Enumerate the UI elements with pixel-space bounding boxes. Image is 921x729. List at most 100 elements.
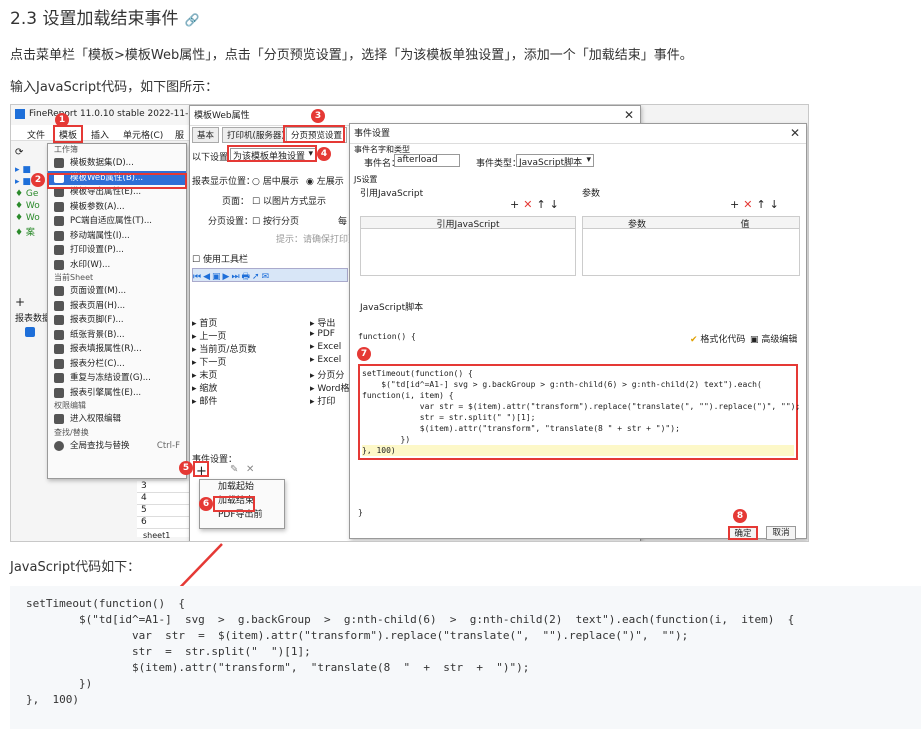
ref-js-header: 引用JavaScript	[361, 217, 575, 230]
tree-item[interactable]: ♦ 案	[15, 225, 45, 238]
pc-icon	[54, 216, 64, 226]
up-icon[interactable]: ↑	[536, 198, 549, 211]
ok-button[interactable]: 确定	[728, 526, 758, 540]
menu-item[interactable]: 报表页眉(H)...	[48, 299, 186, 314]
param-header: 参数	[627, 220, 646, 230]
script-label: JavaScript脚本	[360, 303, 424, 313]
menu-item[interactable]: 全局查找与替换 Ctrl-F	[48, 439, 186, 454]
footer-icon	[54, 315, 64, 325]
menu-item[interactable]: 进入权限编辑	[48, 412, 186, 427]
freeze-icon	[54, 373, 64, 383]
delete-icon[interactable]: ✕	[246, 464, 254, 475]
highlight-box	[193, 461, 209, 477]
tab-printer[interactable]: 打印机(服务器)	[222, 127, 290, 143]
add-icon[interactable]: +	[730, 198, 743, 211]
highlight-box	[213, 496, 255, 512]
btn-excel-2[interactable]: ▸ Excel	[310, 355, 350, 368]
btn-last[interactable]: ▸ 末页	[192, 368, 268, 381]
highlight-box	[283, 125, 345, 143]
event-type-label: 事件类型：	[476, 159, 522, 169]
edit-icon[interactable]: ✎	[230, 464, 238, 475]
code-editor[interactable]: setTimeout(function() { $("td[id^=A1-] s…	[358, 364, 800, 460]
up-icon[interactable]: ↑	[756, 198, 769, 211]
settings-label: 以下设置	[192, 153, 229, 163]
menu-item[interactable]: 纸张背景(B)...	[48, 328, 186, 343]
add-icon[interactable]: +	[15, 295, 25, 309]
menu-item[interactable]: 报表引擎属性(E)...	[48, 386, 186, 401]
image-display-checkbox[interactable]: ☐ 以图片方式显示	[252, 194, 326, 207]
format-code-button[interactable]: ✔ 格式化代码	[690, 332, 745, 345]
menu-item[interactable]: 重复与冻结设置(G)...	[48, 371, 186, 386]
menu-item[interactable]: 模板参数(A)...	[48, 200, 186, 215]
event-dialog: 事件设置 ✕ 事件名字和类型 事件名： afterload 事件类型： Java…	[349, 123, 807, 540]
popup-load-start[interactable]: 加载起始	[200, 480, 284, 494]
paragraph-1: 点击菜单栏「模板>模板Web属性」，点击「分页预览设置」，选择「为该模板单独设置…	[10, 48, 693, 63]
param-toolbar: +✕↑↓	[730, 198, 783, 211]
radio-left[interactable]: ◉ 左展示	[306, 174, 344, 187]
btn-page-count[interactable]: ▸ 当前页/总页数	[192, 342, 268, 355]
menu-item[interactable]: 模板数据集(D)...	[48, 156, 186, 171]
btn-page-split[interactable]: ▸ 分页分	[310, 368, 350, 381]
btn-zoom[interactable]: ▸ 缩放	[192, 381, 268, 394]
menu-item[interactable]: 水印(W)...	[48, 258, 186, 273]
row-split-checkbox[interactable]: ☐ 按行分页	[252, 214, 299, 227]
menu-item[interactable]: 打印设置(P)...	[48, 243, 186, 258]
event-name-input[interactable]: afterload	[394, 154, 460, 167]
sheet-tab[interactable]: sheet1	[143, 531, 170, 540]
btn-next[interactable]: ▸ 下一页	[192, 355, 268, 368]
search-icon	[54, 440, 64, 451]
down-icon[interactable]: ↓	[770, 198, 783, 211]
menu-item[interactable]: PC端自适应属性(T)...	[48, 214, 186, 229]
tree-item[interactable]: ♦ Wo	[15, 201, 45, 213]
delete-icon[interactable]: ✕	[743, 198, 756, 211]
step-badge: 4	[317, 147, 331, 161]
step-badge: 6	[199, 497, 213, 511]
embedded-screenshot: FineReport 11.0.10 stable 2022-11-16 文件 …	[10, 104, 809, 542]
tree-item[interactable]: ♦ Ge	[15, 189, 45, 201]
btn-mail[interactable]: ▸ 邮件	[192, 394, 268, 407]
split-per-label: 每	[338, 217, 348, 227]
btn-first[interactable]: ▸ 首页	[192, 316, 268, 329]
menu-item[interactable]: 报表页脚(F)...	[48, 313, 186, 328]
menu-item[interactable]: 报表分栏(C)...	[48, 357, 186, 372]
display-pos-label: 报表显示位置：	[192, 177, 256, 187]
btn-word[interactable]: ▸ Word格	[310, 381, 350, 394]
menu-insert[interactable]: 插入	[91, 128, 109, 141]
mobile-icon	[54, 230, 64, 241]
toolbar-checkbox[interactable]: ☐ 使用工具栏	[192, 252, 248, 265]
highlight-box	[53, 125, 83, 143]
advanced-edit-button[interactable]: ▣ 高级编辑	[750, 332, 797, 345]
menu-item[interactable]: 报表填报属性(R)...	[48, 342, 186, 357]
menu-section: 查找/替换	[54, 427, 89, 437]
event-type-select[interactable]: JavaScript脚本 ▾	[516, 154, 594, 168]
btn-excel[interactable]: ▸ Excel	[310, 342, 350, 355]
code-line: str = str.split(" ")[1];	[26, 645, 311, 658]
add-icon[interactable]: +	[510, 198, 523, 211]
cancel-button[interactable]: 取消	[766, 526, 796, 540]
js-group-label: JS设置	[354, 175, 378, 184]
btn-prev[interactable]: ▸ 上一页	[192, 329, 268, 342]
down-icon[interactable]: ↓	[550, 198, 563, 211]
delete-icon[interactable]: ✕	[523, 198, 536, 211]
code-line: }, 100)	[26, 693, 79, 706]
radio-center[interactable]: ○ 居中展示	[252, 174, 299, 187]
menu-item[interactable]: 移动端属性(I)...	[48, 229, 186, 244]
code-block: setTimeout(function() { $("td[id^=A1-] s…	[10, 586, 921, 729]
menu-cell[interactable]: 单元格(C)	[123, 128, 163, 141]
refresh-icon[interactable]: ⟳	[15, 147, 23, 158]
menu-item[interactable]: 页面设置(M)...	[48, 284, 186, 299]
highlight-box	[227, 145, 317, 162]
btn-export[interactable]: ▸ 导出	[310, 316, 350, 329]
link-icon[interactable]: 🔗	[184, 13, 199, 27]
tree-item[interactable]: ♦ Wo	[15, 213, 45, 225]
menu-more[interactable]: 服	[175, 128, 184, 141]
menu-file[interactable]: 文件	[27, 128, 45, 141]
menubar: 文件 模板 插入 单元格(C) 服	[11, 125, 201, 141]
close-icon[interactable]: ✕	[790, 126, 800, 140]
tab-basic[interactable]: 基本	[192, 127, 220, 143]
close-icon[interactable]: ✕	[624, 108, 634, 122]
menu-section: 当前Sheet	[54, 273, 94, 282]
btn-print[interactable]: ▸ 打印	[310, 394, 350, 407]
code-line: }, 100)	[362, 445, 794, 456]
btn-pdf[interactable]: ▸ PDF	[310, 329, 350, 342]
